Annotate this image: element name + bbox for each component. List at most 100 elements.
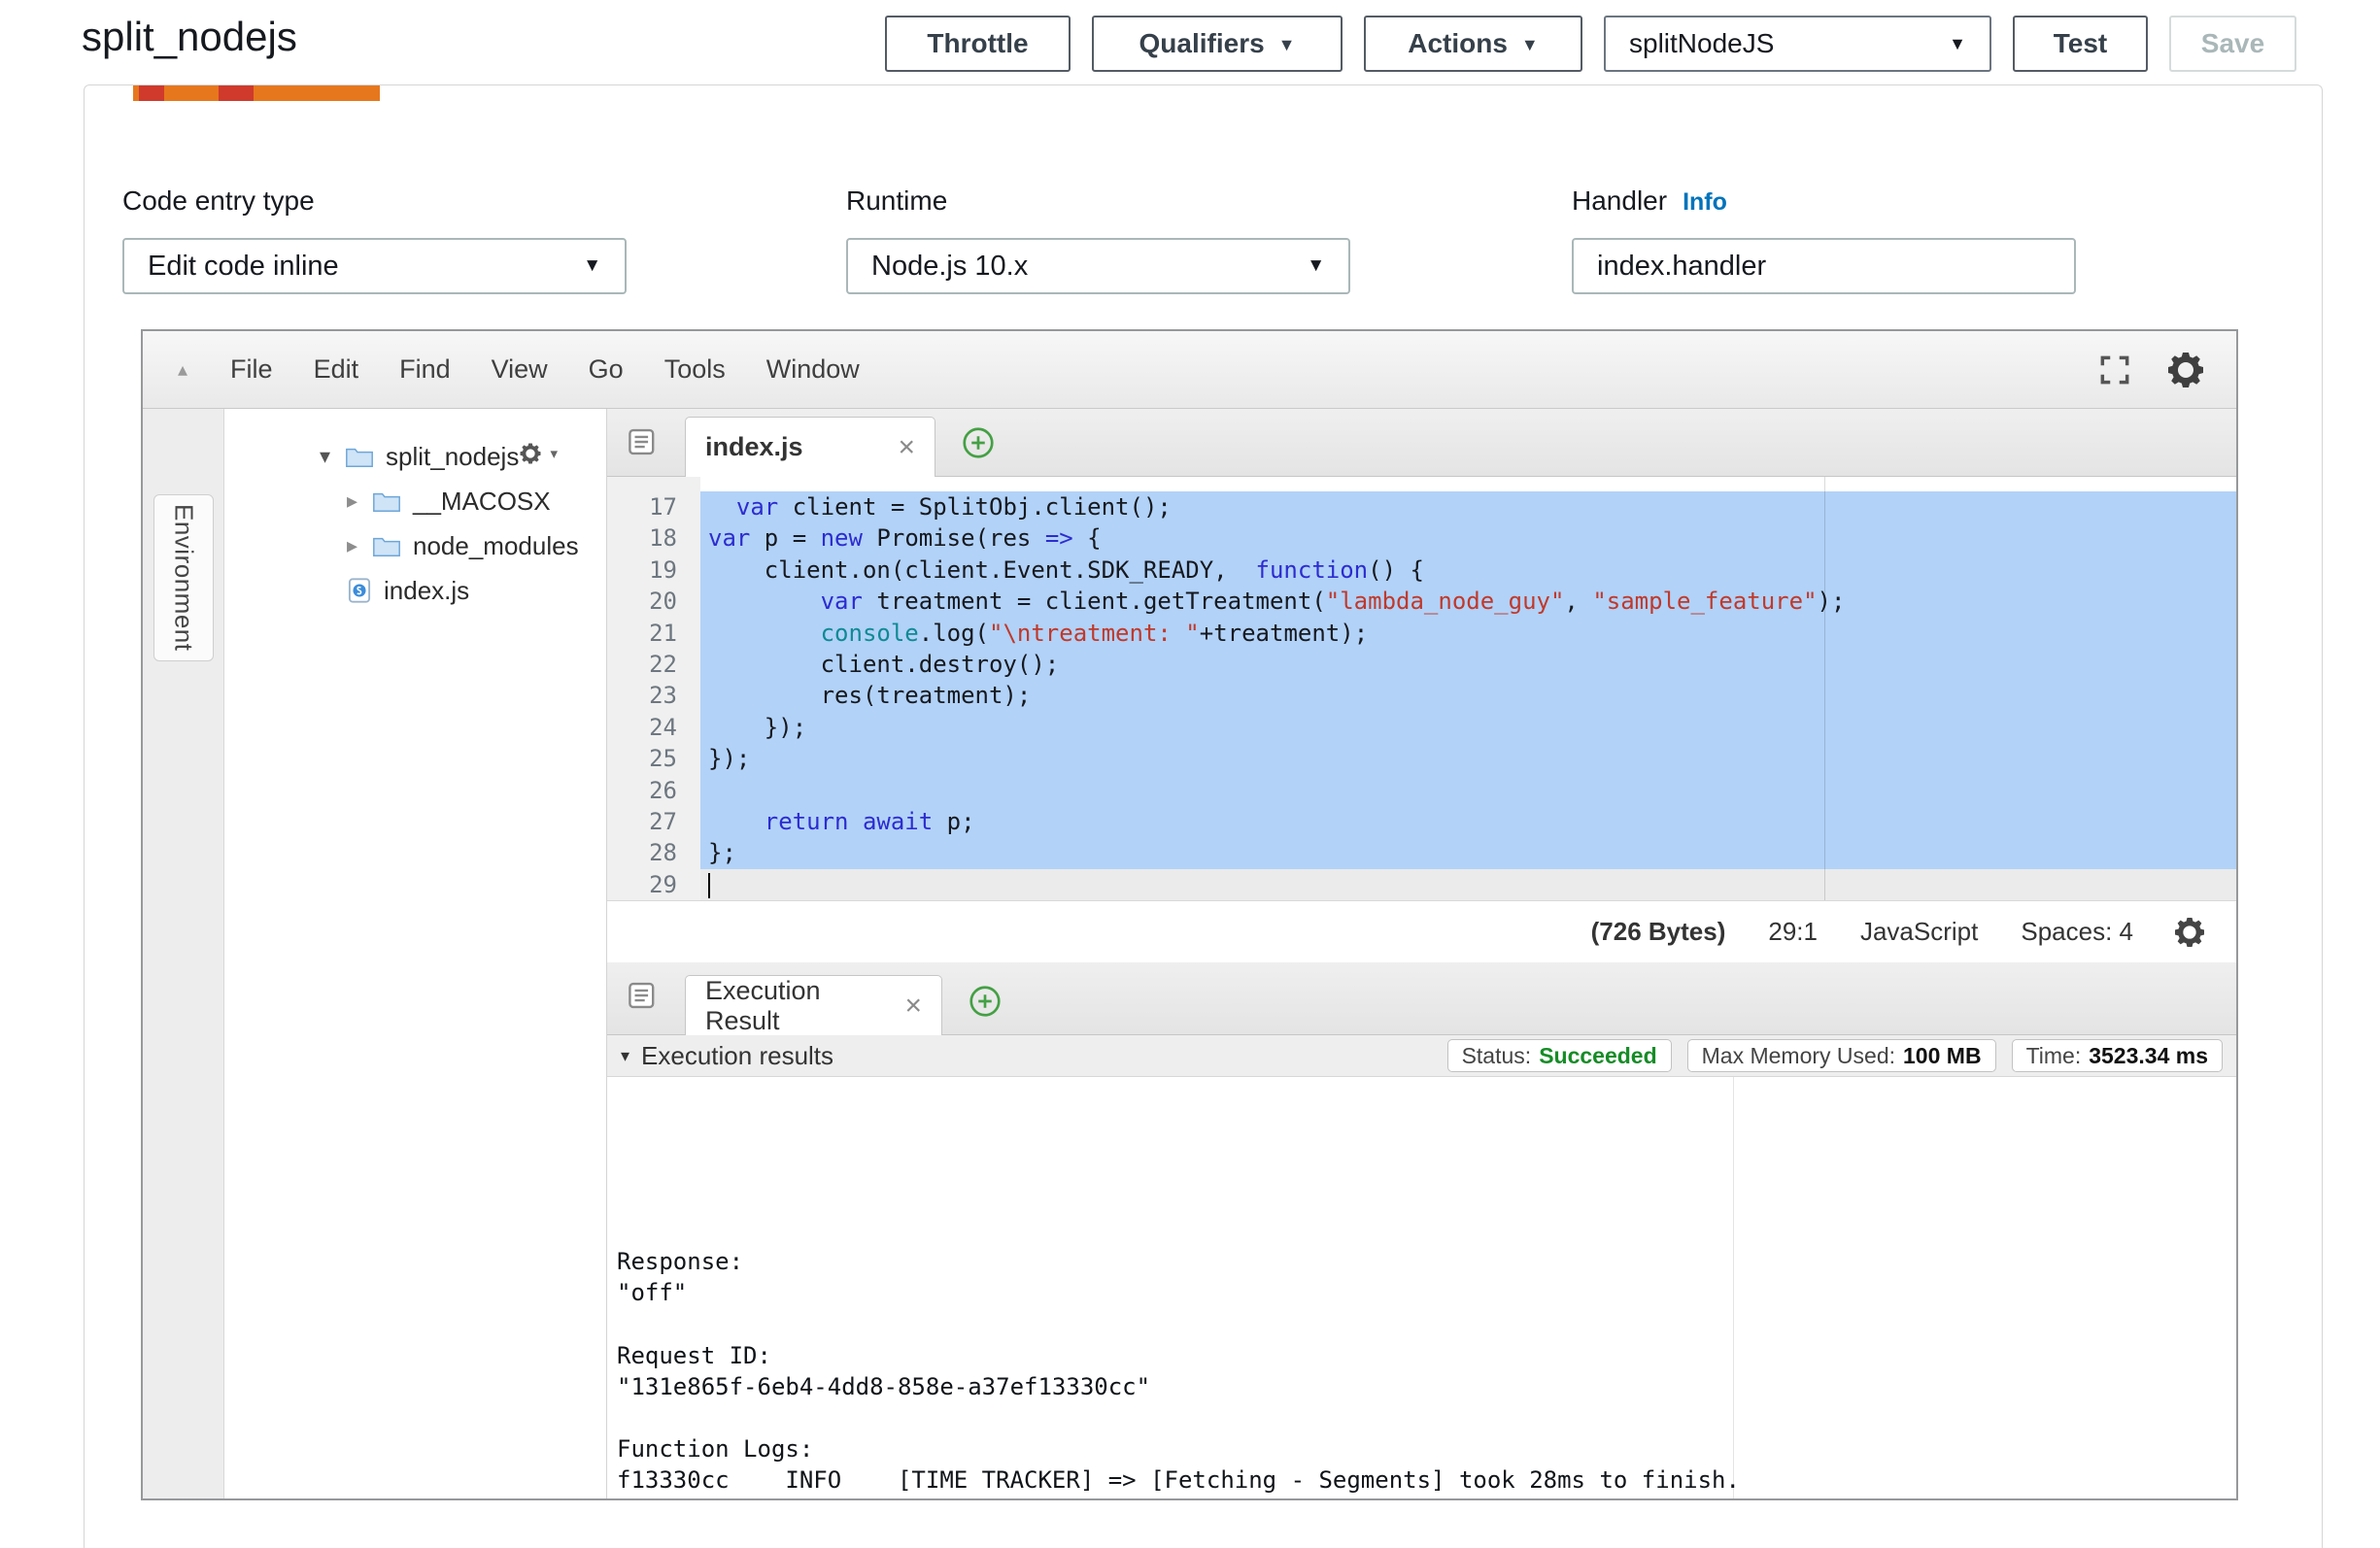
menu-item[interactable]: View: [492, 354, 548, 385]
test-button[interactable]: Test: [2013, 16, 2148, 72]
log-line: Function Logs:: [617, 1433, 2236, 1464]
qualifiers-dropdown-button[interactable]: Qualifiers ▼: [1092, 16, 1343, 72]
line-number: 25: [607, 743, 700, 774]
code-line-25[interactable]: });: [700, 743, 2236, 774]
execution-log-output[interactable]: Response:"off"Request ID:"131e865f-6eb4-…: [607, 1077, 2236, 1498]
log-line: "131e865f-6eb4-4dd8-858e-a37ef13330cc": [617, 1371, 2236, 1402]
close-tab-icon[interactable]: [904, 990, 922, 1023]
code-line-29[interactable]: [700, 869, 2236, 900]
execution-results-header: ▾ Execution results Status: Succeeded Ma…: [607, 1035, 2236, 1077]
code-line-23[interactable]: res(treatment);: [700, 680, 2236, 711]
indent-status[interactable]: Spaces: 4: [2021, 917, 2133, 947]
tab-list-icon[interactable]: [627, 980, 660, 1016]
code-line-26[interactable]: [700, 775, 2236, 806]
collapse-menubar-icon[interactable]: ▴: [178, 357, 187, 382]
tree-item-__MACOSX[interactable]: ▸__MACOSX: [224, 479, 606, 523]
code-line-18[interactable]: var p = new Promise(res => {: [700, 522, 2236, 554]
log-line: 2019-10-24T22:23:46.107Z 131e865f-6eb4-4…: [617, 1497, 2236, 1499]
code-tabbar: index.js: [607, 409, 2236, 477]
tab-execution-result[interactable]: Execution Result: [685, 975, 942, 1035]
line-number: 23: [607, 680, 700, 711]
code-entry-type-select[interactable]: Edit code inline ▼: [122, 238, 627, 294]
code-line-19[interactable]: client.on(client.Event.SDK_READY, functi…: [700, 555, 2236, 586]
handler-label-row: Handler Info: [1572, 185, 2076, 217]
lambda-console-page: split_nodejs Throttle Qualifiers ▼ Actio…: [0, 0, 2380, 1548]
caret-right-icon: ▸: [347, 488, 372, 514]
environment-strip: Environment: [143, 409, 224, 1498]
folder-icon: [345, 446, 374, 467]
code-line-28[interactable]: };: [700, 837, 2236, 868]
tab-index-js[interactable]: index.js: [685, 417, 935, 477]
caret-down-icon: ▾: [550, 445, 558, 462]
throttle-button[interactable]: Throttle: [885, 16, 1071, 72]
cursor-position-status[interactable]: 29:1: [1768, 917, 1818, 947]
file-tree-panel: ▾ split_nodejs ▸__MACOSX▸node_modulesind…: [224, 409, 607, 1498]
statusbar-gear-icon[interactable]: [2170, 913, 2209, 952]
memory-badge-label: Max Memory Used:: [1702, 1043, 1895, 1069]
tab-execution-result-label: Execution Result: [705, 976, 887, 1036]
line-number: 27: [607, 806, 700, 837]
execution-result-badges: Status: Succeeded Max Memory Used: 100 M…: [1447, 1039, 2223, 1072]
fullscreen-icon[interactable]: [2096, 352, 2133, 388]
memory-badge: Max Memory Used: 100 MB: [1687, 1039, 1996, 1072]
tab-index-js-label: index.js: [705, 432, 803, 462]
page-title: split_nodejs: [82, 14, 297, 60]
code-line-21[interactable]: console.log("\ntreatment: "+treatment);: [700, 618, 2236, 649]
cloud9-editor: ▴ File Edit Find View Go Tools Window: [141, 329, 2238, 1500]
print-margin-line: [1824, 477, 1825, 900]
test-event-selected-value: splitNodeJS: [1629, 28, 1774, 59]
line-number: 21: [607, 618, 700, 649]
menu-item[interactable]: Go: [589, 354, 624, 385]
folder-icon: [372, 490, 401, 512]
log-line: [617, 1402, 2236, 1433]
close-tab-icon[interactable]: [898, 431, 915, 464]
handler-input[interactable]: index.handler: [1572, 238, 2076, 294]
line-number: 20: [607, 586, 700, 617]
clipped-tab-segment: [139, 85, 164, 101]
code-line-27[interactable]: return await p;: [700, 806, 2236, 837]
time-badge-value: 3523.34 ms: [2089, 1043, 2208, 1069]
handler-field: Handler Info index.handler: [1572, 185, 2076, 294]
actions-dropdown-button[interactable]: Actions ▼: [1364, 16, 1582, 72]
tree-settings-control[interactable]: ▾: [517, 440, 558, 467]
handler-value: index.handler: [1597, 251, 1766, 283]
menu-item[interactable]: Tools: [664, 354, 726, 385]
runtime-select[interactable]: Node.js 10.x ▼: [846, 238, 1350, 294]
caret-down-icon: ▼: [1949, 34, 1966, 54]
editor-menubar: ▴ File Edit Find View Go Tools Window: [143, 331, 2236, 409]
time-badge: Time: 3523.34 ms: [2012, 1039, 2223, 1072]
caret-down-icon: ▾: [320, 444, 345, 469]
code-line-24[interactable]: });: [700, 712, 2236, 743]
text-cursor: [708, 873, 710, 898]
code-line-20[interactable]: var treatment = client.getTreatment("lam…: [700, 586, 2236, 617]
new-tab-plus-icon[interactable]: [961, 425, 996, 460]
menu-item[interactable]: Edit: [314, 354, 359, 385]
save-button[interactable]: Save: [2169, 16, 2296, 72]
environment-tab[interactable]: Environment: [153, 494, 214, 661]
line-number: 18: [607, 522, 700, 554]
line-number: 26: [607, 775, 700, 806]
language-status[interactable]: JavaScript: [1860, 917, 1978, 947]
code-lines[interactable]: var client = SplitObj.client();var p = n…: [700, 477, 2236, 900]
code-entry-type-value: Edit code inline: [148, 251, 339, 283]
handler-info-link[interactable]: Info: [1683, 188, 1727, 217]
tree-item-index.js[interactable]: index.js: [224, 568, 606, 613]
runtime-value: Node.js 10.x: [871, 251, 1028, 283]
editor-settings-gear-icon[interactable]: [2162, 347, 2209, 393]
tab-list-icon[interactable]: [627, 426, 660, 462]
caret-down-icon[interactable]: ▾: [621, 1046, 629, 1066]
actions-label: Actions: [1408, 28, 1508, 59]
tree-item-node_modules[interactable]: ▸node_modules: [224, 523, 606, 568]
status-badge-label: Status:: [1462, 1043, 1532, 1069]
menu-item[interactable]: File: [230, 354, 273, 385]
new-tab-plus-icon[interactable]: [968, 984, 1003, 1019]
save-label: Save: [2201, 28, 2264, 59]
code-line-22[interactable]: client.destroy();: [700, 649, 2236, 680]
code-line-17[interactable]: var client = SplitObj.client();: [700, 491, 2236, 522]
runtime-label: Runtime: [846, 185, 1350, 217]
menu-item[interactable]: Find: [399, 354, 451, 385]
code-editor-area[interactable]: 17181920212223242526272829 var client = …: [607, 477, 2236, 901]
test-event-select[interactable]: splitNodeJS ▼: [1604, 16, 1991, 72]
menu-item[interactable]: Window: [766, 354, 860, 385]
function-header: split_nodejs Throttle Qualifiers ▼ Actio…: [0, 0, 2380, 84]
